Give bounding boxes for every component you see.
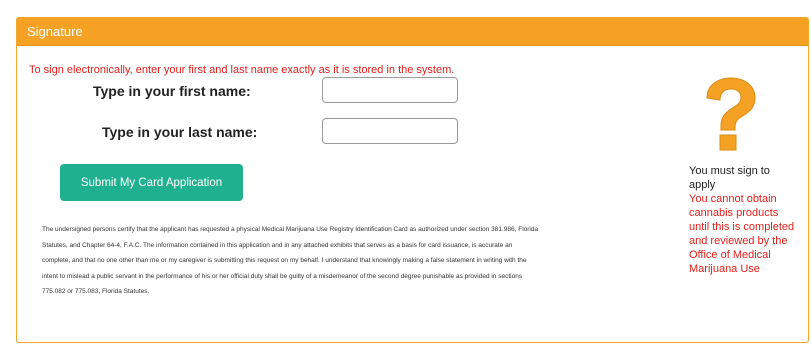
must-sign-note: You must sign to apply xyxy=(689,165,770,191)
side-note: You must sign to apply You cannot obtain… xyxy=(689,164,799,276)
panel-title: Signature xyxy=(27,24,83,39)
submit-card-application-button[interactable]: Submit My Card Application xyxy=(60,164,243,201)
cannabis-warning-note: You cannot obtain cannabis products unti… xyxy=(689,193,795,275)
first-name-input[interactable] xyxy=(322,77,458,103)
first-name-label: Type in your first name: xyxy=(93,83,251,99)
last-name-input[interactable] xyxy=(322,118,458,144)
legal-certification-text: The undersigned persons certify that the… xyxy=(42,226,539,295)
last-name-label: Type in your last name: xyxy=(102,124,258,140)
question-mark-icon xyxy=(699,76,761,159)
signature-panel: Signature To sign electronically, enter … xyxy=(16,17,809,343)
signature-instruction: To sign electronically, enter your first… xyxy=(29,64,455,76)
panel-header: Signature xyxy=(17,18,808,46)
